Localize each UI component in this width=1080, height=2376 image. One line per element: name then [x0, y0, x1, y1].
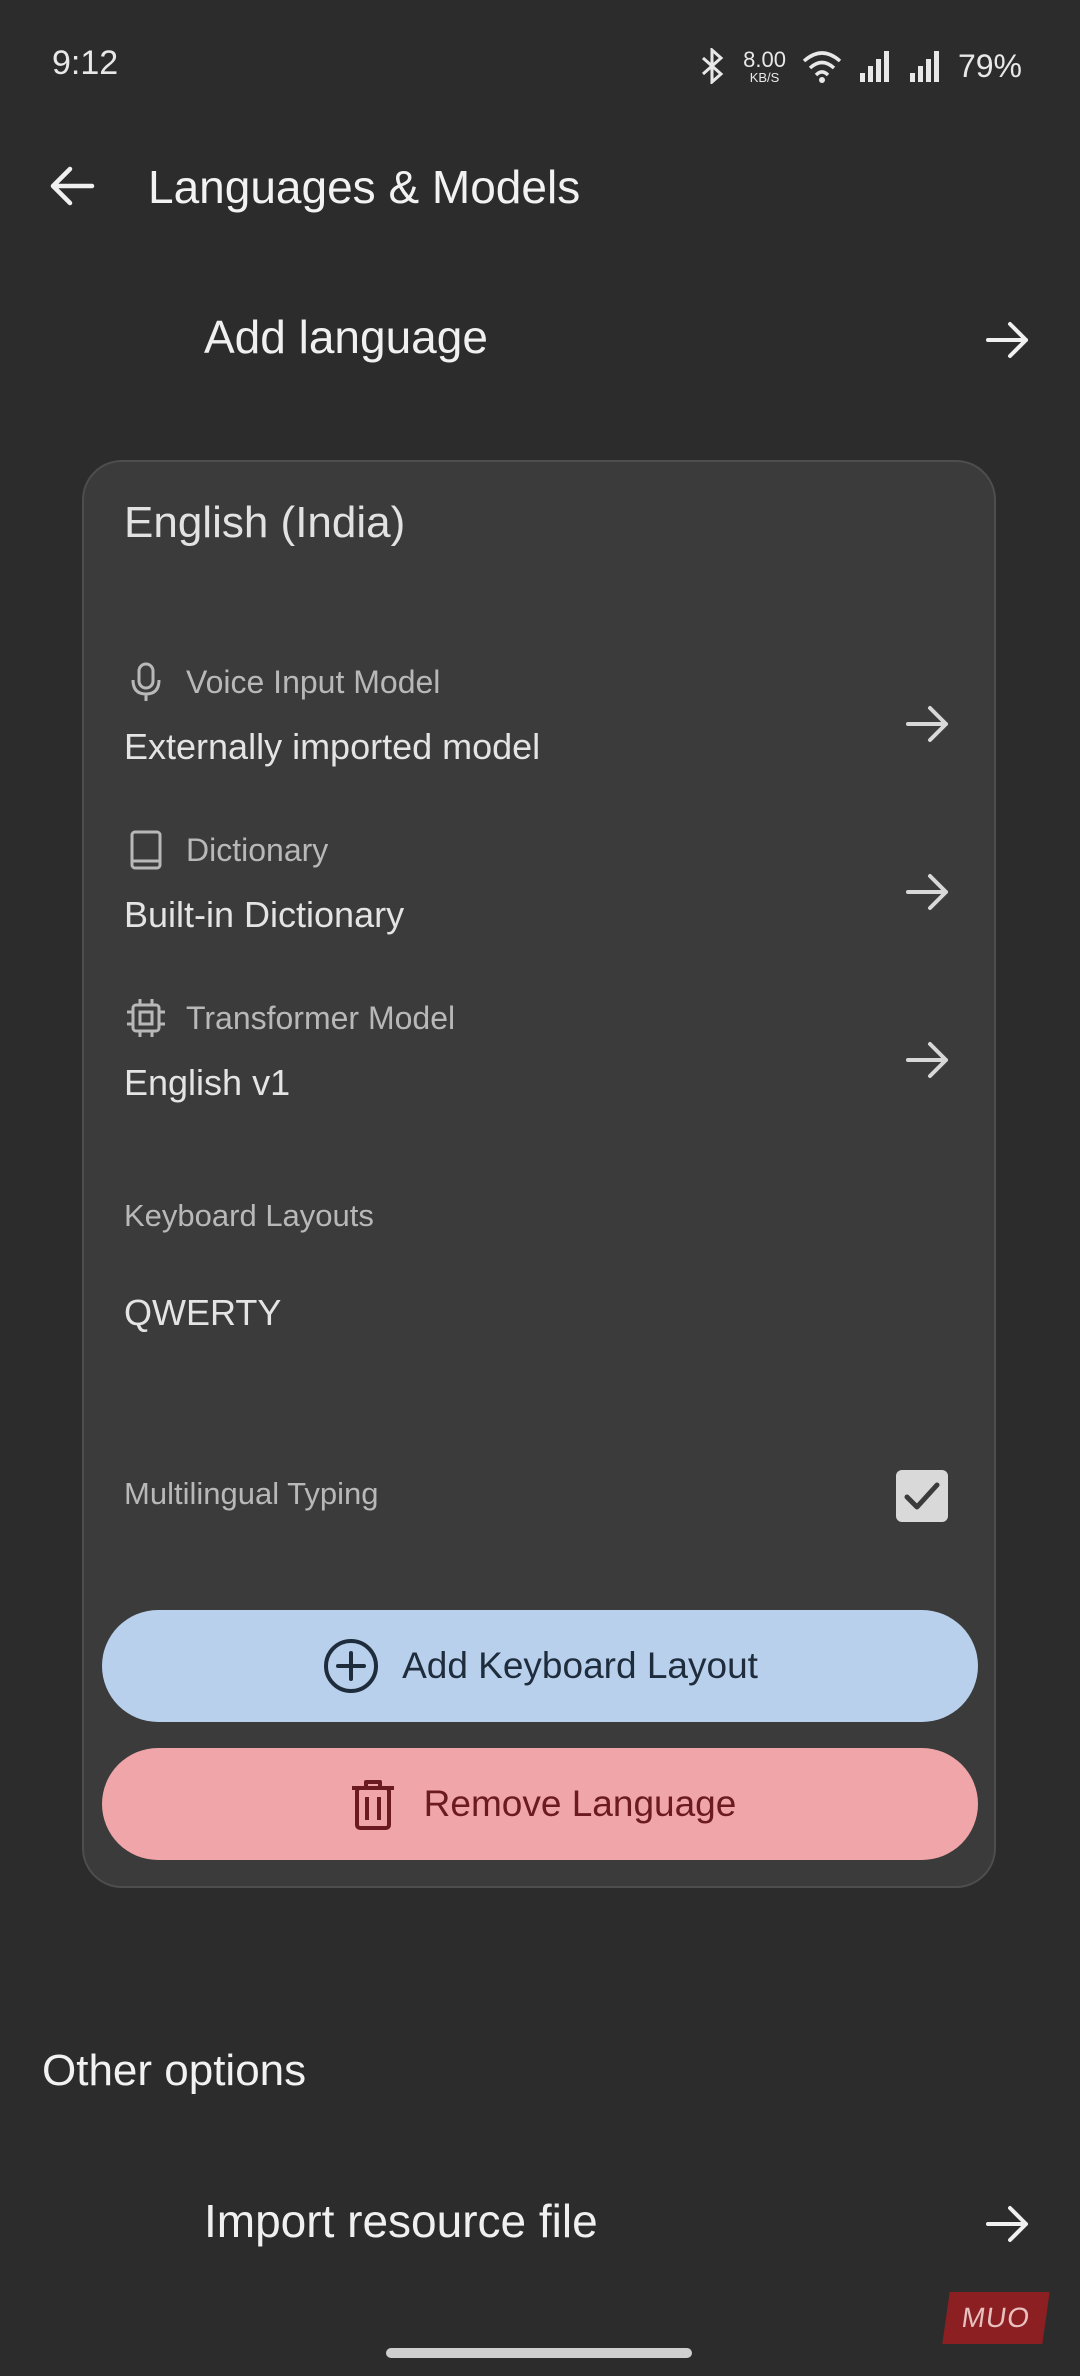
- status-time: 9:12: [52, 44, 119, 82]
- signal-icon-2: [909, 51, 939, 82]
- microphone-icon: [131, 662, 161, 701]
- add-language-label: Add language: [204, 311, 488, 363]
- arrow-right-icon: [986, 322, 1028, 358]
- battery-percent: 79%: [957, 47, 1022, 84]
- signal-icon-1: [859, 51, 889, 82]
- multilingual-typing-label: Multilingual Typing: [124, 1476, 379, 1511]
- add-circle-icon: [324, 1639, 379, 1693]
- arrow-right-icon: [906, 706, 948, 742]
- home-indicator[interactable]: [386, 2348, 692, 2358]
- wifi-icon: [802, 51, 842, 83]
- add-keyboard-layout-button[interactable]: Add Keyboard Layout: [102, 1610, 978, 1722]
- speed-value: 8.00: [743, 46, 786, 72]
- other-options-title: Other options: [42, 2046, 307, 2095]
- add-keyboard-layout-label: Add Keyboard Layout: [402, 1645, 758, 1686]
- voice-input-value: Externally imported model: [124, 726, 541, 767]
- speed-unit: KB/S: [749, 69, 780, 85]
- multilingual-typing-checkbox[interactable]: [896, 1470, 948, 1522]
- back-arrow-icon[interactable]: [44, 158, 100, 214]
- dictionary-setting[interactable]: Dictionary Built-in Dictionary: [124, 828, 954, 968]
- checkmark-icon: [904, 1482, 940, 1510]
- bluetooth-icon: [702, 48, 724, 84]
- keyboard-layout-qwerty[interactable]: QWERTY: [124, 1292, 281, 1334]
- keyboard-layouts-label: Keyboard Layouts: [124, 1198, 374, 1233]
- status-icons: 8.00 KB/S 79%: [699, 44, 1022, 88]
- dictionary-label: Dictionary: [186, 831, 329, 868]
- network-speed: 8.00 KB/S: [743, 46, 786, 85]
- arrow-right-icon: [986, 2206, 1028, 2242]
- arrow-right-icon: [906, 1042, 948, 1078]
- remove-language-button[interactable]: Remove Language: [102, 1748, 978, 1860]
- add-language-row[interactable]: Add language: [0, 274, 1080, 404]
- dictionary-value: Built-in Dictionary: [124, 894, 405, 935]
- transformer-label: Transformer Model: [186, 999, 456, 1036]
- import-resource-label: Import resource file: [204, 2195, 598, 2247]
- arrow-right-icon: [906, 874, 948, 910]
- transformer-value: English v1: [124, 1062, 291, 1103]
- language-title: English (India): [124, 498, 406, 547]
- chip-icon: [127, 999, 165, 1037]
- book-icon: [130, 830, 162, 870]
- language-card: English (India) Voice Input Model Extern…: [82, 460, 996, 1888]
- muo-watermark-logo: MUO: [942, 2292, 1050, 2344]
- transformer-setting[interactable]: Transformer Model English v1: [124, 996, 954, 1136]
- voice-input-setting[interactable]: Voice Input Model Externally imported mo…: [124, 660, 954, 800]
- import-resource-row[interactable]: Import resource file: [0, 2158, 1080, 2288]
- remove-language-label: Remove Language: [423, 1783, 737, 1824]
- trash-icon: [351, 1780, 394, 1830]
- voice-input-label: Voice Input Model: [186, 663, 441, 700]
- page-title: Languages & Models: [148, 161, 581, 213]
